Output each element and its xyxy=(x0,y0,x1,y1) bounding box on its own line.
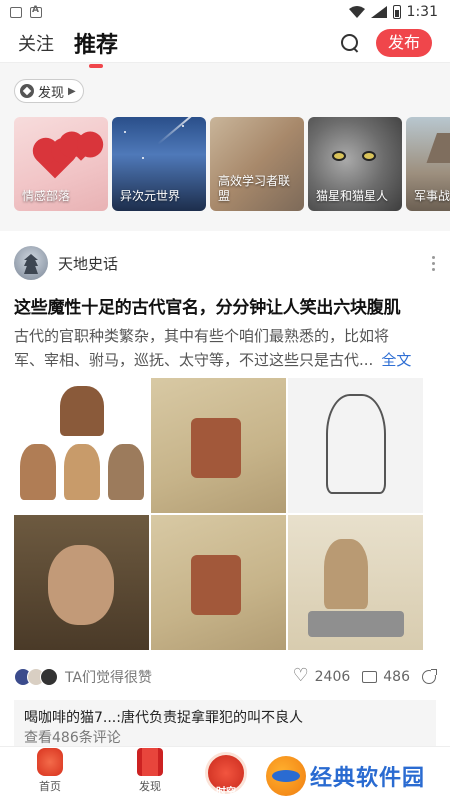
sedan-chair-decoration xyxy=(191,418,241,478)
liker-avatars[interactable] xyxy=(14,668,58,686)
card-emotion-tribe[interactable]: 情感部落 xyxy=(14,117,108,211)
author-row: 天地史话 xyxy=(14,243,436,283)
comment-user[interactable]: 喝咖啡的猫7...: xyxy=(24,710,121,726)
liked-text: TA们觉得很赞 xyxy=(65,670,153,686)
excerpt-line-last: 军、宰相、驸马，巡抚、太守等，不过这些只是古代... 全文 xyxy=(14,348,436,372)
card-label: 异次元世界 xyxy=(120,189,181,203)
chevron-right-icon: ▶ xyxy=(68,85,76,97)
discover-chip-label: 发现 xyxy=(38,85,65,101)
figure-decoration xyxy=(108,444,144,500)
comment-count: 486 xyxy=(383,669,410,685)
like-icon[interactable] xyxy=(293,665,309,686)
feed-post: 天地史话 这些魔性十足的古代官名，分分钟让人笑出六块腹肌 古代的官职种类繁杂，其… xyxy=(0,231,450,756)
nav-discover[interactable]: 发现 xyxy=(100,748,200,800)
cat-eye-decoration xyxy=(362,151,376,161)
card-military-models[interactable]: 军事战与模型 xyxy=(406,117,450,211)
card-label: 军事战与模型 xyxy=(414,189,450,203)
watermark-logo-icon xyxy=(266,756,306,796)
full-text-link[interactable]: 全文 xyxy=(381,351,411,369)
share-icon[interactable] xyxy=(422,669,437,684)
post-image[interactable] xyxy=(14,378,149,513)
card-label: 高效学习者联盟 xyxy=(218,174,291,203)
post-image[interactable] xyxy=(288,378,423,513)
star-decoration xyxy=(124,131,126,133)
publish-button[interactable]: 发布 xyxy=(375,29,432,57)
post-image[interactable] xyxy=(151,378,286,513)
avatar xyxy=(40,668,58,686)
lantern-icon xyxy=(37,748,63,776)
battery-icon xyxy=(392,5,401,19)
figure-decoration xyxy=(20,444,56,500)
post-image[interactable] xyxy=(151,515,286,650)
figure-decoration xyxy=(64,444,100,500)
like-count: 2406 xyxy=(314,669,351,685)
excerpt-line: 古代的官职种类繁杂，其中有些个咱们最熟悉的，比如将 xyxy=(14,327,390,345)
watermark: 经典软件园 xyxy=(266,756,425,796)
app-notification-icon xyxy=(30,5,42,18)
sketch-figure-decoration xyxy=(326,394,386,494)
building-decoration xyxy=(426,133,450,163)
nav-discover-label: 发现 xyxy=(139,780,161,793)
figure-decoration xyxy=(324,539,368,609)
post-excerpt[interactable]: 古代的官职种类繁杂，其中有些个咱们最熟悉的，比如将 军、宰相、驸马，巡抚、太守等… xyxy=(14,324,436,372)
avatar[interactable] xyxy=(14,246,48,280)
heart-decoration xyxy=(68,135,94,161)
nav-home[interactable]: 首页 xyxy=(0,748,100,800)
engagement-row: TA们觉得很赞 2406 486 xyxy=(14,654,437,700)
discover-chip[interactable]: 发现 ▶ xyxy=(14,79,84,103)
card-cat-planet[interactable]: 猫星和猫星人 xyxy=(308,117,402,211)
view-comments-link[interactable]: 查看486条评论 xyxy=(24,728,426,748)
wifi-icon xyxy=(348,6,365,18)
discover-section: 发现 ▶ 情感部落 异次元世界 高效学习者联盟 猫星和猫星人 军事战与模型 xyxy=(0,63,450,231)
star-decoration xyxy=(142,157,144,159)
star-decoration xyxy=(182,125,184,127)
compass-icon xyxy=(20,84,34,98)
top-nav: 关注 推荐 发布 xyxy=(0,24,450,68)
nav-home-label: 首页 xyxy=(39,780,61,793)
tab-following[interactable]: 关注 xyxy=(18,30,54,56)
status-bar: 1:31 xyxy=(0,0,450,24)
table-decoration xyxy=(308,611,404,637)
excerpt-text: 军、宰相、驸马，巡抚、太守等，不过这些只是古代... xyxy=(14,351,374,369)
time-space-label: 时空 xyxy=(216,787,236,798)
comment-icon[interactable] xyxy=(362,671,378,683)
author-name[interactable]: 天地史话 xyxy=(58,253,118,274)
status-time: 1:31 xyxy=(406,4,438,20)
tab-recommended[interactable]: 推荐 xyxy=(74,27,118,68)
comet-decoration xyxy=(157,117,197,145)
cat-eye-decoration xyxy=(332,151,346,161)
search-icon[interactable] xyxy=(340,33,360,53)
image-grid xyxy=(14,378,436,650)
discover-cards: 情感部落 异次元世界 高效学习者联盟 猫星和猫星人 军事战与模型 xyxy=(14,117,450,211)
comment-text: 唐代负责捉拿罪犯的叫不良人 xyxy=(120,710,303,726)
sedan-chair-decoration xyxy=(191,555,241,615)
scroll-icon xyxy=(137,748,163,776)
more-icon[interactable] xyxy=(432,255,436,271)
card-study-alliance[interactable]: 高效学习者联盟 xyxy=(210,117,304,211)
post-image[interactable] xyxy=(288,515,423,650)
watermark-text: 经典软件园 xyxy=(310,766,426,791)
post-image[interactable] xyxy=(14,515,149,650)
post-title[interactable]: 这些魔性十足的古代官名，分分钟让人笑出六块腹肌 xyxy=(14,293,436,318)
card-label: 情感部落 xyxy=(22,189,71,203)
card-other-dimension[interactable]: 异次元世界 xyxy=(112,117,206,211)
signal-icon xyxy=(370,6,387,18)
figure-decoration xyxy=(60,386,104,436)
portrait-decoration xyxy=(48,545,114,625)
card-label: 猫星和猫星人 xyxy=(316,189,389,203)
image-notification-icon xyxy=(10,6,22,18)
